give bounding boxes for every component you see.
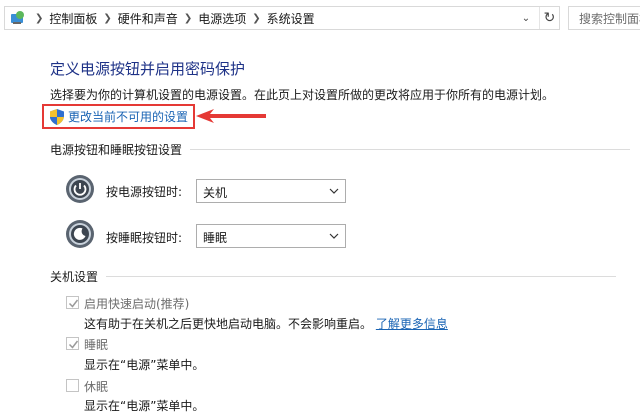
sleep-button-value: 睡眠 (203, 231, 228, 245)
sleep-option-label: 睡眠 (84, 338, 109, 352)
change-settings-highlight: 更改当前不可用的设置 (42, 104, 195, 129)
chevron-right-icon[interactable]: ❯ (252, 13, 260, 24)
breadcrumb: ❯ 控制面板 ❯ 硬件和声音 ❯ 电源选项 ❯ 系统设置 (33, 7, 315, 29)
breadcrumb-item-system-settings[interactable]: 系统设置 (267, 10, 315, 27)
hibernate-option-description: 显示在“电源”菜单中。 (84, 399, 205, 413)
page-description: 选择要为你的计算机设置的电源设置。在此页上对设置所做的更改将应用于你所有的电源计… (50, 88, 555, 102)
breadcrumb-item-hardware-sound[interactable]: 硬件和声音 (118, 10, 178, 27)
address-box[interactable]: ❯ 控制面板 ❯ 硬件和声音 ❯ 电源选项 ❯ 系统设置 ⌄ ↻ (4, 6, 560, 30)
power-button-value: 关机 (203, 186, 228, 200)
chevron-right-icon: ❯ (35, 12, 44, 24)
uac-shield-icon (50, 108, 64, 125)
change-unavailable-settings-link[interactable]: 更改当前不可用的设置 (68, 108, 188, 125)
chevron-down-icon (329, 188, 339, 194)
control-panel-icon (11, 11, 24, 24)
chevron-down-icon[interactable]: ⌄ (517, 7, 535, 29)
hibernate-option-label: 休眠 (84, 380, 109, 394)
checkmark-icon (68, 340, 79, 349)
sleep-option-description: 显示在“电源”菜单中。 (84, 358, 205, 372)
checkmark-icon (68, 299, 79, 308)
refresh-icon[interactable]: ↻ (539, 7, 559, 29)
breadcrumb-item-power-options[interactable]: 电源选项 (198, 10, 246, 27)
shutdown-section-title: 关机设置 (50, 270, 99, 284)
power-section-heading: 电源按钮和睡眠按钮设置 (50, 141, 631, 158)
divider (190, 149, 631, 150)
annotation-arrow-icon (196, 109, 266, 123)
chevron-down-icon (329, 233, 339, 239)
sleep-button-label: 按睡眠按钮时: (106, 231, 183, 245)
fast-startup-checkbox[interactable] (66, 296, 79, 309)
sleep-button-select[interactable]: 睡眠 (196, 224, 346, 248)
page-title: 定义电源按钮并启用密码保护 (50, 60, 246, 78)
sleep-checkbox[interactable] (66, 337, 79, 350)
breadcrumb-item-control-panel[interactable]: 控制面板 (49, 10, 97, 27)
fast-startup-desc-text: 这有助于在关机之后更快地启动电脑。不会影响重启。 (84, 317, 373, 331)
sleep-button-icon (66, 220, 94, 248)
chevron-right-icon[interactable]: ❯ (184, 13, 192, 24)
shutdown-section-heading: 关机设置 (50, 268, 617, 285)
power-button-select[interactable]: 关机 (196, 179, 346, 203)
divider (106, 276, 617, 277)
chevron-right-icon[interactable]: ❯ (103, 13, 111, 24)
search-input[interactable]: 搜索控制面板 (568, 6, 640, 30)
power-button-label: 按电源按钮时: (106, 185, 183, 199)
fast-startup-label: 启用快速启动(推荐) (84, 297, 190, 311)
address-bar: ❯ 控制面板 ❯ 硬件和声音 ❯ 电源选项 ❯ 系统设置 ⌄ ↻ 搜索控制面板 (0, 0, 640, 36)
power-section-title: 电源按钮和睡眠按钮设置 (50, 143, 183, 157)
learn-more-link[interactable]: 了解更多信息 (376, 317, 448, 331)
power-button-icon (66, 175, 94, 203)
hibernate-checkbox[interactable] (66, 379, 79, 392)
fast-startup-description: 这有助于在关机之后更快地启动电脑。不会影响重启。 了解更多信息 (84, 315, 448, 332)
